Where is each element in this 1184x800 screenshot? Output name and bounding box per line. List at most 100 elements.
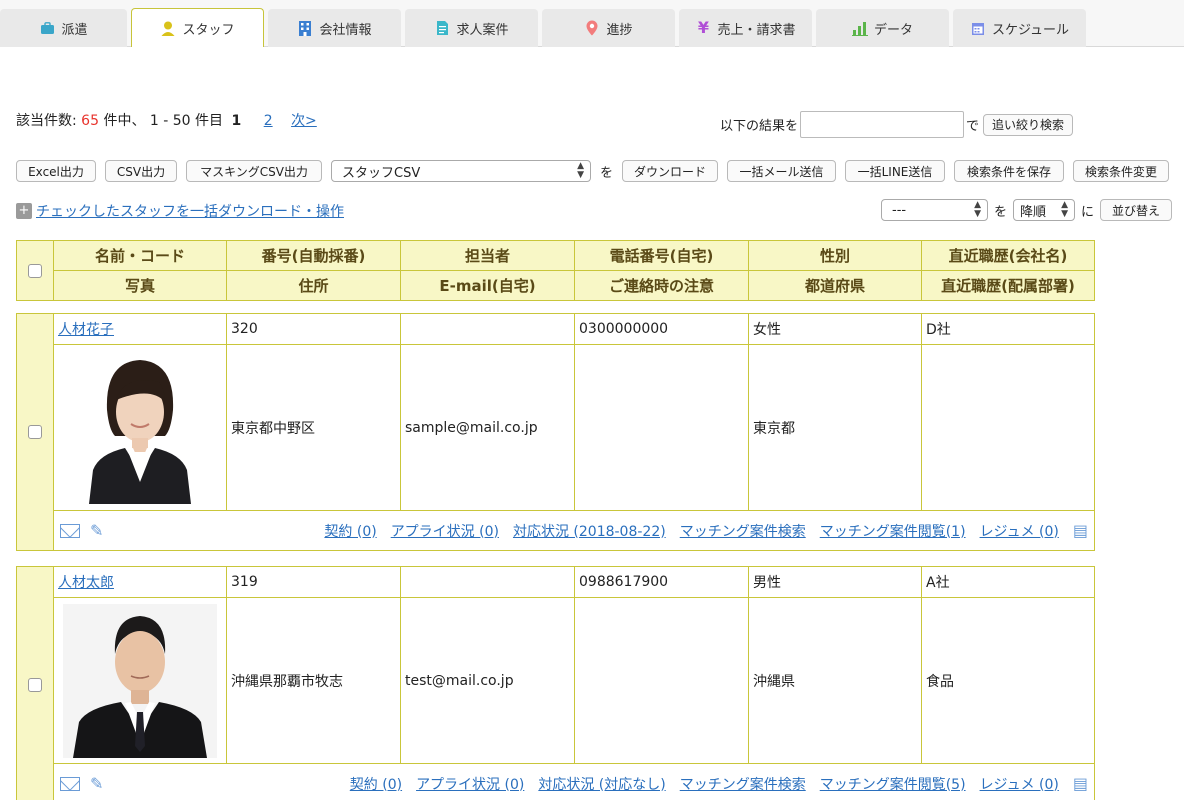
csv-export-button[interactable]: CSV出力 [105,160,177,182]
edit-icon[interactable]: ✎ [90,775,103,792]
matching-search-link[interactable]: マッチング案件検索 [680,521,806,541]
tab-data[interactable]: データ [816,9,949,47]
result-range: 件中、 1 - 50 件目 [103,113,224,129]
staff-contact-note [574,344,749,511]
header-cell: 写真 [53,270,227,301]
save-search-button[interactable]: 検索条件を保存 [954,160,1065,182]
tab-dispatch[interactable]: 派遣 [0,9,127,47]
select-all-checkbox[interactable] [28,264,42,278]
apply-status-link[interactable]: アプライ状況 (0) [391,521,499,541]
tab-label: 求人案件 [456,22,509,38]
resume-document-icon[interactable]: ▤ [1073,522,1088,539]
page-2-link[interactable]: 2 [264,113,273,129]
sort-ni-label: に [1081,204,1095,220]
sort-wo-label: を [994,204,1008,220]
record-footer: ✎ 契約 (0) アプライ状況 (0) 対応状況 (2018-08-22) マッ… [53,510,1095,551]
sort-field-select[interactable]: --- ▲ ▼ [881,199,988,221]
matching-view-link[interactable]: マッチング案件閲覧(1) [820,521,966,541]
download-button[interactable]: ダウンロード [622,160,719,182]
sort-order-value: 降順 [1020,204,1047,220]
tab-company-info[interactable]: 会社情報 [268,9,401,47]
staff-email: sample@mail.co.jp [400,344,575,511]
response-status-link[interactable]: 対応状況 (2018-08-22) [513,521,666,541]
select-arrows-icon: ▲ ▼ [577,161,584,180]
staff-number: 320 [226,313,401,345]
next-page-link[interactable]: 次> [291,113,317,129]
apply-status-link[interactable]: アプライ状況 (0) [416,774,524,794]
row-select-cell [16,313,54,551]
bulk-action-link[interactable]: チェックしたスタッフを一括ダウンロード・操作 [36,201,344,221]
staff-record: 人材太郎 319 0988617900 男性 A社 沖縄県那覇市牧志 test@… [16,566,1095,800]
staff-department [921,344,1095,511]
export-toolbar: Excel出力 CSV出力 マスキングCSV出力 スタッフCSV ▲ ▼ を ダウ… [16,160,1170,182]
mail-icon[interactable] [60,523,80,538]
csv-type-value: スタッフCSV [342,165,421,181]
contract-link[interactable]: 契約 (0) [324,521,376,541]
change-search-button[interactable]: 検索条件変更 [1073,160,1170,182]
sort-field-value: --- [892,202,907,218]
select-arrows-icon: ▲ ▼ [974,200,981,219]
staff-number: 319 [226,566,401,598]
resume-link[interactable]: レジュメ (0) [980,521,1059,541]
current-page: 1 [231,113,242,129]
staff-name-link[interactable]: 人材太郎 [58,575,114,591]
header-cell: E-mail(自宅) [400,270,575,301]
tab-progress[interactable]: 進捗 [542,9,675,47]
staff-gender: 女性 [748,313,922,345]
header-cell: 電話番号(自宅) [574,240,749,271]
csv-type-select[interactable]: スタッフCSV ▲ ▼ [331,160,591,182]
tab-sales-invoice[interactable]: ¥ 売上・請求書 [679,9,812,47]
row-checkbox[interactable] [28,678,42,692]
tab-label: スタッフ [182,22,235,38]
staff-address: 東京都中野区 [226,344,401,511]
matching-search-link[interactable]: マッチング案件検索 [680,774,806,794]
staff-phone: 0300000000 [574,313,749,345]
staff-name-link[interactable]: 人材花子 [58,322,114,338]
refine-label-suffix: で [966,119,980,134]
tab-label: 派遣 [61,22,88,38]
header-cell: 番号(自動採番) [226,240,401,271]
header-cell: 都道府県 [748,270,922,301]
tab-staff[interactable]: スタッフ [131,8,264,47]
header-cell: 性別 [748,240,922,271]
header-cell: ご連絡時の注意 [574,270,749,301]
contract-link[interactable]: 契約 (0) [350,774,402,794]
bulk-line-button[interactable]: 一括LINE送信 [845,160,946,182]
header-cell: 直近職歴(会社名) [921,240,1095,271]
sort-order-select[interactable]: 降順 ▲ ▼ [1013,199,1076,221]
bar-chart-icon [851,20,868,36]
building-icon [297,20,313,36]
staff-prefecture: 沖縄県 [748,597,922,764]
yen-icon: ¥ [697,18,710,37]
result-total: 65 [81,113,99,129]
excel-export-button[interactable]: Excel出力 [16,160,96,182]
edit-icon[interactable]: ✎ [90,522,103,539]
sort-button[interactable]: 並び替え [1100,199,1173,221]
main-tab-bar: 派遣 スタッフ 会社情報 求人案件 進捗 ¥ 売上・請求書 データ スケジュール [0,0,1184,47]
tab-job-listings[interactable]: 求人案件 [405,9,538,47]
staff-department: 食品 [921,597,1095,764]
masking-csv-export-button[interactable]: マスキングCSV出力 [186,160,322,182]
select-all-cell [16,240,54,301]
tab-schedule[interactable]: スケジュール [953,9,1086,47]
response-status-link[interactable]: 対応状況 (対応なし) [538,774,665,794]
bulk-mail-button[interactable]: 一括メール送信 [727,160,837,182]
tab-label: スケジュール [991,22,1070,38]
record-footer: ✎ 契約 (0) アプライ状況 (0) 対応状況 (対応なし) マッチング案件検… [53,763,1095,800]
refine-search-button[interactable]: 追い絞り検索 [983,113,1074,136]
row-checkbox[interactable] [28,425,42,439]
staff-record: 人材花子 320 0300000000 女性 D社 東京都中野区 sample@… [16,313,1095,551]
matching-view-link[interactable]: マッチング案件閲覧(5) [820,774,966,794]
mail-icon[interactable] [60,776,80,791]
refine-search-input[interactable] [800,111,965,138]
map-pin-icon [584,20,600,36]
calendar-icon [970,20,986,36]
wo-label: を [600,165,614,181]
select-arrows-icon: ▲ ▼ [1061,200,1069,219]
document-icon [434,20,450,36]
bulk-action: + チェックしたスタッフを一括ダウンロード・操作 [16,201,344,221]
resume-link[interactable]: レジュメ (0) [980,774,1059,794]
staff-company: D社 [921,313,1095,345]
resume-document-icon[interactable]: ▤ [1073,775,1088,792]
expand-plus-icon[interactable]: + [16,203,32,219]
